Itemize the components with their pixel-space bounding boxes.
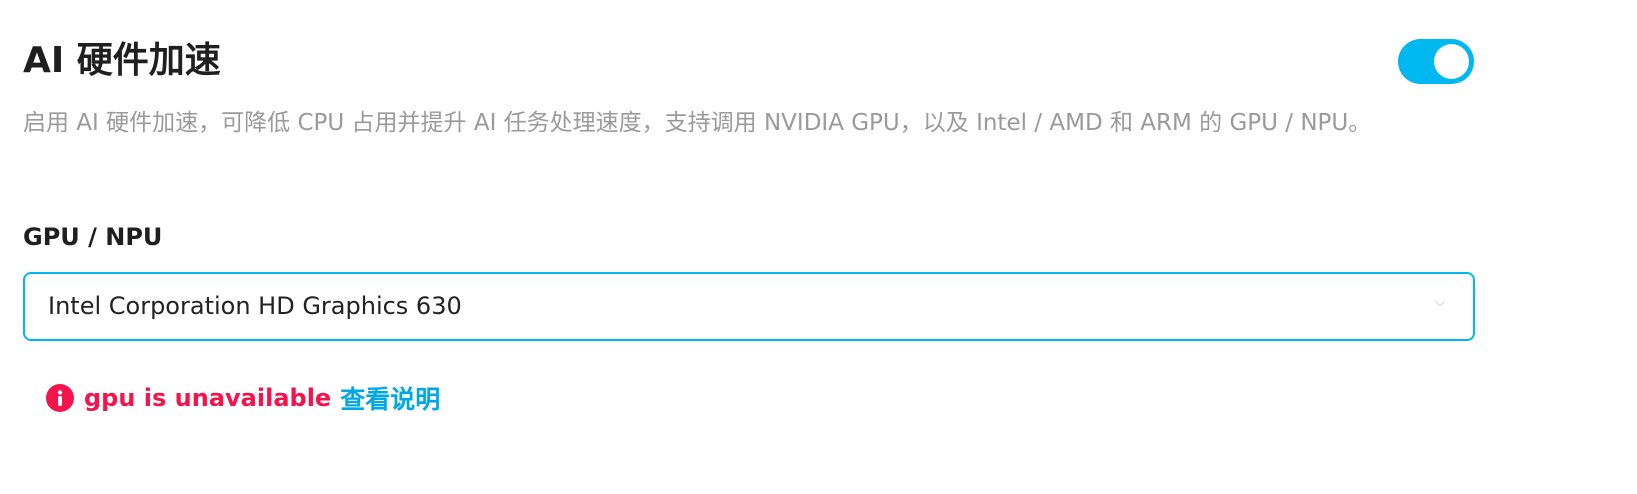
- view-instructions-link[interactable]: 查看说明: [340, 380, 440, 416]
- section-description: 启用 AI 硬件加速，可降低 CPU 占用并提升 AI 任务处理速度，支持调用 …: [23, 110, 1372, 136]
- section-title: AI 硬件加速: [23, 40, 221, 81]
- gpu-error-message: gpu is unavailable 查看说明: [46, 381, 440, 415]
- chevron-down-icon: [1434, 300, 1446, 308]
- toggle-knob: [1434, 44, 1469, 79]
- gpu-npu-select[interactable]: Intel Corporation HD Graphics 630: [23, 272, 1475, 341]
- info-circle-icon: [46, 384, 74, 412]
- error-text: gpu is unavailable: [84, 384, 332, 412]
- gpu-select-value: Intel Corporation HD Graphics 630: [48, 292, 462, 320]
- hardware-acceleration-toggle[interactable]: [1398, 39, 1474, 84]
- ai-hardware-acceleration-panel: AI 硬件加速 启用 AI 硬件加速，可降低 CPU 占用并提升 AI 任务处理…: [0, 0, 1637, 494]
- gpu-npu-label: GPU / NPU: [23, 223, 163, 251]
